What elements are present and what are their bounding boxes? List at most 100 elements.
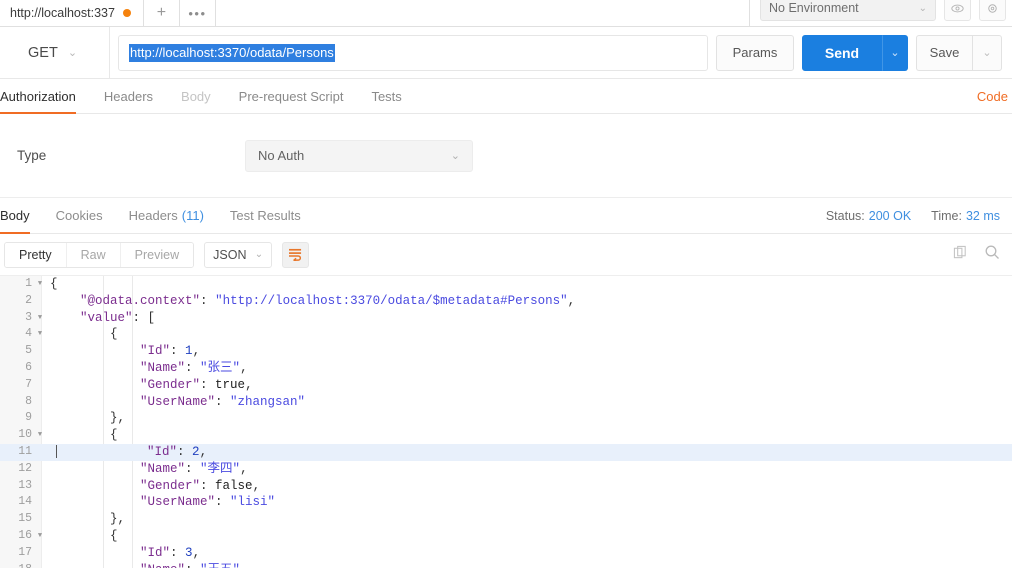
view-pretty-label: Pretty (19, 247, 52, 262)
copy-button[interactable] (953, 245, 968, 265)
code-lines: 1 ▼{2 "@odata.context": "http://localhost… (0, 276, 1012, 568)
code-line: 12 "Name": "李四", (0, 461, 1012, 478)
line-number: 18 (0, 562, 34, 568)
tab-tests[interactable]: Tests (357, 79, 415, 113)
environment-selector[interactable]: No Environment ⌄ (760, 0, 936, 21)
code-line-text: "UserName": "lisi" (140, 495, 276, 510)
code-line: 13 "Gender": false, (0, 478, 1012, 495)
line-number: 13 (18, 478, 32, 492)
response-tab-test-results[interactable]: Test Results (217, 198, 314, 233)
chevron-down-icon: ⌄ (982, 47, 992, 59)
save-options-button[interactable]: ⌄ (972, 34, 1002, 71)
code-line-text: "UserName": "zhangsan" (140, 394, 306, 409)
code-line-text: "Name": "李四", (140, 461, 248, 476)
method-label: GET (28, 44, 58, 61)
send-button-group: Send ⌄ (802, 34, 908, 71)
chevron-down-icon: ⌄ (67, 47, 78, 59)
params-button[interactable]: Params (716, 34, 794, 71)
environment-zone: No Environment ⌄ (750, 0, 1012, 26)
fold-toggle-icon[interactable]: ▼ (34, 427, 46, 444)
tab-options-button[interactable]: ••• (179, 0, 216, 26)
fold-toggle-icon[interactable]: ▼ (34, 276, 46, 293)
line-number: 7 (25, 377, 32, 391)
tab-body-label: Body (181, 88, 211, 104)
code-line: 14 "UserName": "lisi" (0, 494, 1012, 511)
response-meta: Status: 200 OK Time: 32 ms (826, 198, 1012, 233)
code-link-label: Code (976, 88, 1008, 104)
fold-toggle-icon[interactable]: ▼ (34, 310, 46, 327)
tab-pre-request-script-label: Pre-request Script (238, 88, 344, 104)
code-line: 9 }, (0, 410, 1012, 427)
new-tab-button[interactable]: + (143, 0, 180, 26)
url-input[interactable]: http://localhost:3370/odata/Persons (118, 34, 708, 71)
code-line-text: { (50, 428, 118, 443)
code-line-text: { (50, 327, 118, 342)
time-badge: Time: 32 ms (931, 209, 1000, 223)
plus-icon: + (156, 4, 167, 21)
request-tab[interactable]: http://localhost:337 (0, 0, 144, 26)
tab-authorization-label: Authorization (0, 88, 76, 104)
method-selector[interactable]: GET ⌄ (0, 26, 110, 79)
tab-authorization[interactable]: Authorization (0, 79, 90, 114)
response-tab-headers[interactable]: Headers (11) (116, 198, 217, 233)
code-line: 5 "Id": 1, (0, 343, 1012, 360)
code-line: 10 ▼ { (0, 427, 1012, 444)
copy-icon (953, 245, 966, 258)
format-value: JSON (213, 247, 247, 262)
line-number: 6 (25, 360, 32, 374)
word-wrap-toggle[interactable] (282, 241, 310, 268)
tab-pre-request-script[interactable]: Pre-request Script (225, 79, 358, 113)
response-tab-headers-label: Headers (128, 208, 178, 223)
time-label: Time: (931, 208, 962, 223)
chevron-down-icon: ⌄ (254, 249, 264, 260)
code-line: 11 "Id": 2, (0, 443, 1012, 461)
view-raw-button[interactable]: Raw (66, 242, 121, 267)
code-line: 1 ▼ { (0, 276, 1012, 293)
code-line: 15 }, (0, 511, 1012, 528)
tab-body[interactable]: Body (167, 79, 225, 113)
request-tab-label: http://localhost:337 (10, 6, 115, 20)
fold-toggle-icon[interactable]: ▼ (34, 528, 46, 545)
body-toolbar-actions (953, 244, 1012, 265)
line-number: 3 (25, 310, 32, 324)
response-body-code[interactable]: 1 ▼{2 "@odata.context": "http://localhost… (0, 276, 1012, 568)
save-button[interactable]: Save (916, 34, 972, 71)
code-line: 8 "UserName": "zhangsan" (0, 394, 1012, 411)
code-link[interactable]: Code (977, 79, 1012, 113)
tab-tests-label: Tests (371, 88, 402, 104)
code-line: 4 ▼ { (0, 326, 1012, 343)
auth-type-select[interactable]: No Auth ⌄ (245, 139, 473, 172)
environment-quick-look-button[interactable] (944, 0, 971, 21)
code-line-text: "@odata.context": "http://localhost:3370… (80, 293, 576, 308)
eye-icon (951, 4, 964, 12)
line-number: 5 (25, 344, 32, 358)
format-select[interactable]: JSON ⌄ (204, 241, 273, 268)
tab-strip-filler (215, 0, 750, 26)
send-options-button[interactable]: ⌄ (882, 34, 908, 71)
params-label: Params (732, 45, 778, 60)
line-number: 2 (25, 293, 32, 307)
code-line-text: }, (50, 512, 126, 527)
code-line: 2 "@odata.context": "http://localhost:33… (0, 293, 1012, 310)
send-label: Send (824, 44, 860, 61)
fold-toggle-icon[interactable]: ▼ (34, 326, 46, 343)
send-button[interactable]: Send (802, 34, 882, 71)
line-number: 15 (18, 512, 32, 526)
code-line-text: "value": [ (80, 310, 156, 325)
status-badge: Status: 200 OK (826, 209, 911, 223)
tab-headers-label: Headers (103, 88, 154, 104)
response-tab-cookies-label: Cookies (55, 208, 103, 223)
code-line-text: }, (50, 411, 126, 426)
response-tab-body[interactable]: Body (0, 198, 43, 234)
view-preview-button[interactable]: Preview (120, 242, 194, 267)
line-number: 4 (25, 327, 32, 341)
tab-headers[interactable]: Headers (90, 79, 167, 113)
settings-button[interactable] (979, 0, 1006, 21)
auth-type-label: Type (17, 148, 47, 163)
search-button[interactable] (984, 244, 1000, 265)
view-preview-label: Preview (134, 247, 180, 262)
response-tab-cookies[interactable]: Cookies (43, 198, 116, 233)
status-label: Status: (825, 208, 865, 223)
code-line-text: "Name": "张三", (140, 360, 248, 375)
view-pretty-button[interactable]: Pretty (5, 242, 67, 267)
